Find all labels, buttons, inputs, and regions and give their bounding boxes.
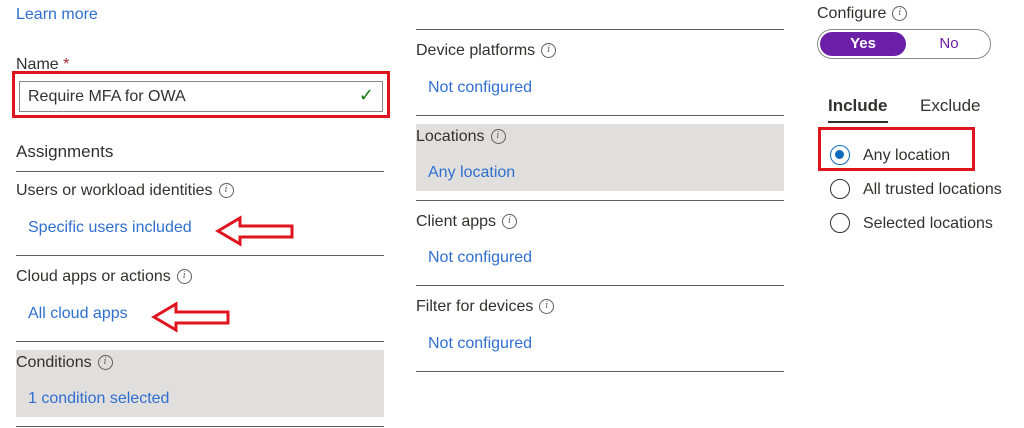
no-option[interactable]: No [908,35,990,52]
learn-more-link[interactable]: Learn more [16,6,98,24]
info-icon[interactable]: i [97,355,113,371]
conditions-label: Conditions i [16,354,113,372]
yes-label: Yes [850,35,876,52]
tab-exclude[interactable]: Exclude [920,96,980,116]
divider [416,285,784,286]
device-platforms-label: Device platforms i [416,42,557,60]
radio-label-all-trusted-locations: All trusted locations [863,181,1002,198]
info-icon[interactable]: i [539,299,555,315]
users-label: Users or workload identities i [16,182,234,200]
radio-all-trusted-locations[interactable] [830,179,850,199]
arrow-left-icon [151,301,230,333]
info-icon[interactable]: i [502,214,518,230]
configure-toggle[interactable]: Yes No [817,29,991,59]
divider [416,371,784,372]
client-apps-value-link[interactable]: Not configured [428,249,532,267]
tab-active-indicator [828,121,888,123]
cloud-apps-label: Cloud apps or actions i [16,268,192,286]
name-highlight-box [12,71,390,118]
info-icon[interactable]: i [892,6,908,22]
divider [16,426,384,427]
divider [416,200,784,201]
divider [416,29,784,30]
filter-devices-value-link[interactable]: Not configured [428,335,532,353]
tab-include[interactable]: Include [828,96,888,116]
radio-selected-locations[interactable] [830,213,850,233]
divider [416,115,784,116]
arrow-left-icon [215,215,294,247]
info-icon[interactable]: i [176,269,192,285]
info-icon[interactable]: i [218,183,234,199]
locations-label: Locations i [416,128,506,146]
filter-devices-label: Filter for devices i [416,298,555,316]
device-platforms-value-link[interactable]: Not configured [428,79,532,97]
users-value-link[interactable]: Specific users included [28,219,192,237]
info-icon[interactable]: i [541,43,557,59]
assignments-title: Assignments [16,142,114,161]
radio-label-selected-locations: Selected locations [863,215,993,232]
info-icon[interactable]: i [490,129,506,145]
any-location-highlight-box [818,127,975,171]
client-apps-label: Client apps i [416,213,518,231]
cloud-apps-value-link[interactable]: All cloud apps [28,305,128,323]
conditions-value-link[interactable]: 1 condition selected [28,390,169,408]
divider [16,171,384,172]
divider [16,255,384,256]
configure-label: Configure i [817,5,908,23]
locations-value-link[interactable]: Any location [428,164,515,182]
divider [16,341,384,342]
